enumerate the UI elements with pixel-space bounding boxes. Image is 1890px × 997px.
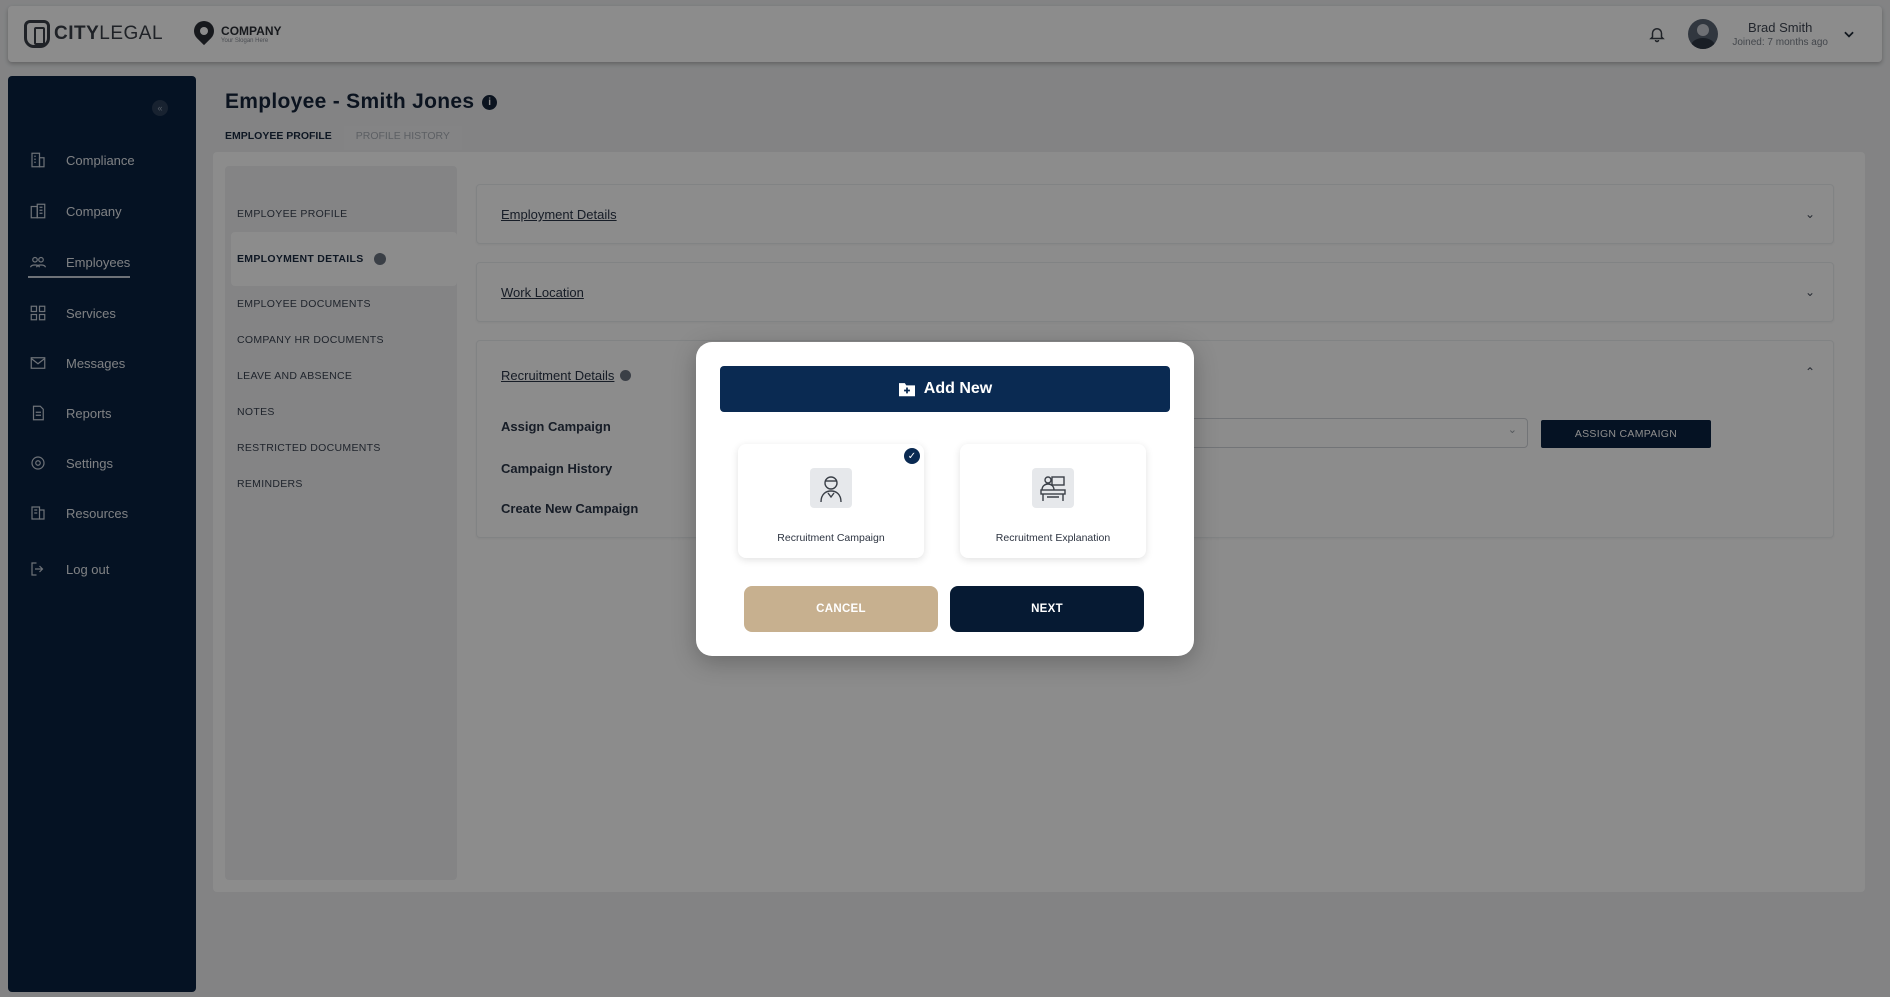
recruiter-icon — [810, 468, 852, 508]
add-new-modal: Add New ✓ Recruitment Campaign Recruitme… — [696, 342, 1194, 656]
folder-plus-icon — [898, 383, 915, 397]
option-recruitment-campaign[interactable]: ✓ Recruitment Campaign — [738, 444, 924, 558]
option-recruitment-explanation[interactable]: Recruitment Explanation — [960, 444, 1146, 558]
option-label: Recruitment Explanation — [995, 532, 1111, 544]
option-label: Recruitment Campaign — [777, 532, 885, 544]
presenter-desk-icon — [1032, 468, 1074, 508]
cancel-button[interactable]: CANCEL — [744, 586, 938, 632]
modal-title: Add New — [923, 380, 993, 397]
next-button[interactable]: NEXT — [950, 586, 1144, 632]
checkmark-icon: ✓ — [904, 448, 920, 464]
modal-header: Add New — [720, 366, 1170, 412]
